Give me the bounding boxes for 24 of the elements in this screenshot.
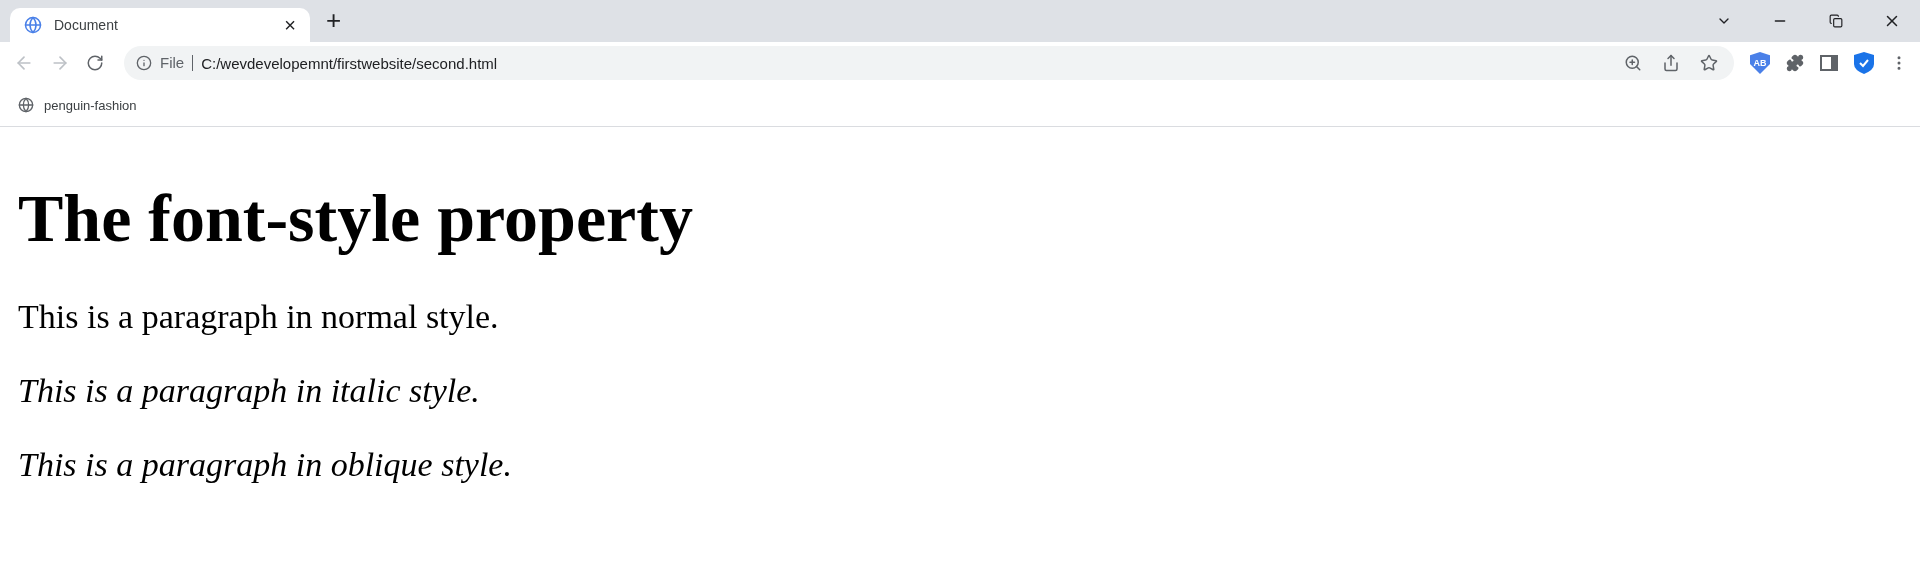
extension-shield-icon[interactable]: AB bbox=[1750, 52, 1770, 74]
paragraph: This is a paragraph in normal style. bbox=[18, 298, 500, 336]
zoom-button[interactable] bbox=[1624, 54, 1642, 72]
url-scheme: File bbox=[160, 55, 194, 71]
info-icon bbox=[136, 55, 152, 71]
restore-icon[interactable] bbox=[1829, 14, 1843, 28]
browser-tab[interactable]: Document × bbox=[10, 8, 310, 42]
paragraph: This is a paragraph in italic style. bbox=[18, 372, 481, 410]
reload-button[interactable] bbox=[86, 54, 104, 72]
side-panel-button[interactable] bbox=[1820, 55, 1838, 71]
address-bar[interactable]: File C:/wevdevelopemnt/firstwebsite/second.html bbox=[124, 46, 1734, 80]
globe-icon bbox=[18, 97, 34, 113]
close-tab-button[interactable]: × bbox=[284, 13, 296, 37]
tab-title: Document bbox=[54, 17, 119, 33]
bookmark-star-button[interactable] bbox=[1700, 54, 1718, 72]
globe-icon bbox=[24, 16, 42, 34]
share-button[interactable] bbox=[1662, 54, 1680, 72]
url-text: C:/wevdevelopemnt/firstwebsite/second.html bbox=[201, 54, 499, 72]
new-tab-button[interactable]: + bbox=[326, 5, 342, 36]
extensions-button[interactable] bbox=[1786, 54, 1804, 72]
page-heading: The font-style property bbox=[18, 179, 694, 258]
shield-check-icon[interactable] bbox=[1854, 52, 1874, 74]
paragraph: This is a paragraph in oblique style. bbox=[18, 446, 513, 484]
bookmark-link[interactable]: penguin-fashion bbox=[44, 97, 137, 113]
